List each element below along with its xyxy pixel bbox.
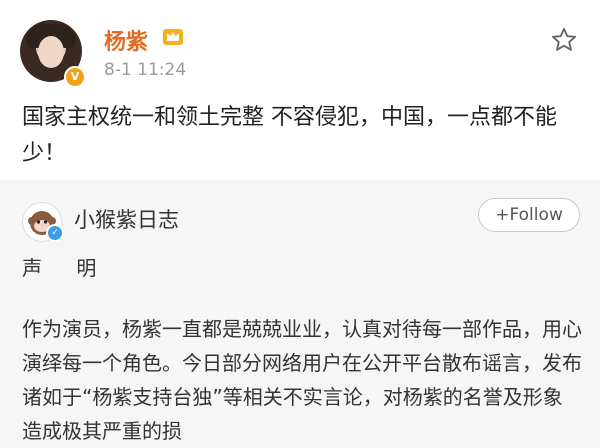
post-body: 国家主权统一和领土完整 不容侵犯，中国，一点都不能少！ <box>22 105 557 166</box>
verified-badge-icon: V <box>64 66 86 88</box>
favorite-star-icon[interactable] <box>550 26 578 54</box>
follow-button[interactable]: +Follow <box>478 198 580 232</box>
repost-card[interactable]: ✓ 小猴紫日志 +Follow 声 明 作为演员，杨紫一直都是兢兢业业，认真对待… <box>0 180 600 448</box>
repost-username[interactable]: 小猴紫日志 <box>74 204 179 234</box>
username[interactable]: 杨紫 <box>104 24 148 56</box>
statement-text: 作为演员，杨紫一直都是兢兢业业，认真对待每一部作品，用心演绎每一个角色。今日部分… <box>22 317 582 443</box>
post-header: V 杨紫 8-1 11:24 <box>0 0 600 90</box>
avatar-face <box>38 36 64 68</box>
repost-verified-icon: ✓ <box>46 224 64 242</box>
statement-title: 声 明 <box>22 256 111 280</box>
timestamp: 8-1 11:24 <box>104 60 187 80</box>
crown-icon <box>163 29 183 45</box>
